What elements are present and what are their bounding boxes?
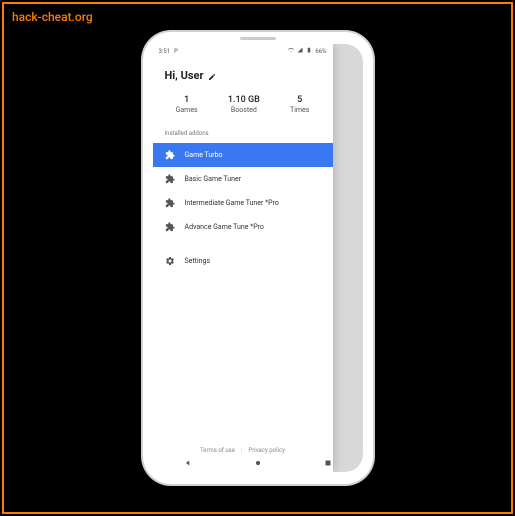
edit-icon[interactable]: [208, 66, 216, 85]
navigation-drawer: 3:51 P: [153, 44, 333, 472]
greeting-text: Hi, User: [165, 69, 204, 82]
signal-icon: [297, 47, 303, 55]
stat-label: Times: [290, 106, 309, 114]
wifi-icon: [288, 47, 294, 55]
nav-recent-button[interactable]: [323, 453, 333, 472]
stats-row: 1 Games 1.10 GB Boosted 5 Times: [153, 89, 333, 126]
menu-item-settings[interactable]: Settings: [153, 249, 333, 273]
menu-item-advance-tune[interactable]: Advance Game Tune *Pro: [153, 215, 333, 239]
stat-times: 5 Times: [290, 95, 309, 114]
menu-item-basic-tuner[interactable]: Basic Game Tuner: [153, 167, 333, 191]
addon-menu: Game Turbo Basic Game Tuner: [153, 143, 333, 273]
menu-label: Basic Game Tuner: [185, 175, 321, 183]
stat-value: 1.10 GB: [228, 95, 260, 105]
phone-speaker: [240, 37, 276, 40]
stat-label: Boosted: [231, 106, 257, 114]
nav-home-button[interactable]: [253, 453, 263, 472]
watermark: hack-cheat.org: [12, 10, 93, 24]
menu-item-game-turbo[interactable]: Game Turbo: [153, 143, 333, 167]
puzzle-icon: [165, 174, 175, 184]
menu-label: Game Turbo: [185, 151, 321, 159]
battery-icon: [306, 47, 312, 55]
stat-value: 1: [184, 95, 189, 105]
menu-label: Settings: [185, 257, 321, 265]
stat-label: Games: [176, 106, 198, 114]
menu-label: Advance Game Tune *Pro: [185, 223, 321, 231]
puzzle-icon: [165, 222, 175, 232]
stat-games: 1 Games: [176, 95, 198, 114]
puzzle-icon: [165, 150, 175, 160]
battery-percent: 66%: [315, 48, 326, 55]
menu-label: Intermediate Game Tuner *Pro: [185, 199, 321, 207]
stat-boosted: 1.10 GB Boosted: [228, 95, 260, 114]
nav-back-button[interactable]: [183, 453, 193, 472]
background-layer: [333, 44, 363, 472]
section-header: Installed addons: [153, 126, 333, 143]
status-bar: 3:51 P: [153, 44, 333, 58]
puzzle-icon: [165, 198, 175, 208]
stat-value: 5: [297, 95, 302, 105]
android-nav-bar: [153, 452, 363, 472]
menu-item-intermediate-tuner[interactable]: Intermediate Game Tuner *Pro: [153, 191, 333, 215]
status-app-icon: P: [174, 48, 178, 55]
status-time: 3:51: [159, 48, 171, 55]
gear-icon: [165, 256, 175, 266]
phone-frame: 3:51 P: [143, 32, 373, 484]
